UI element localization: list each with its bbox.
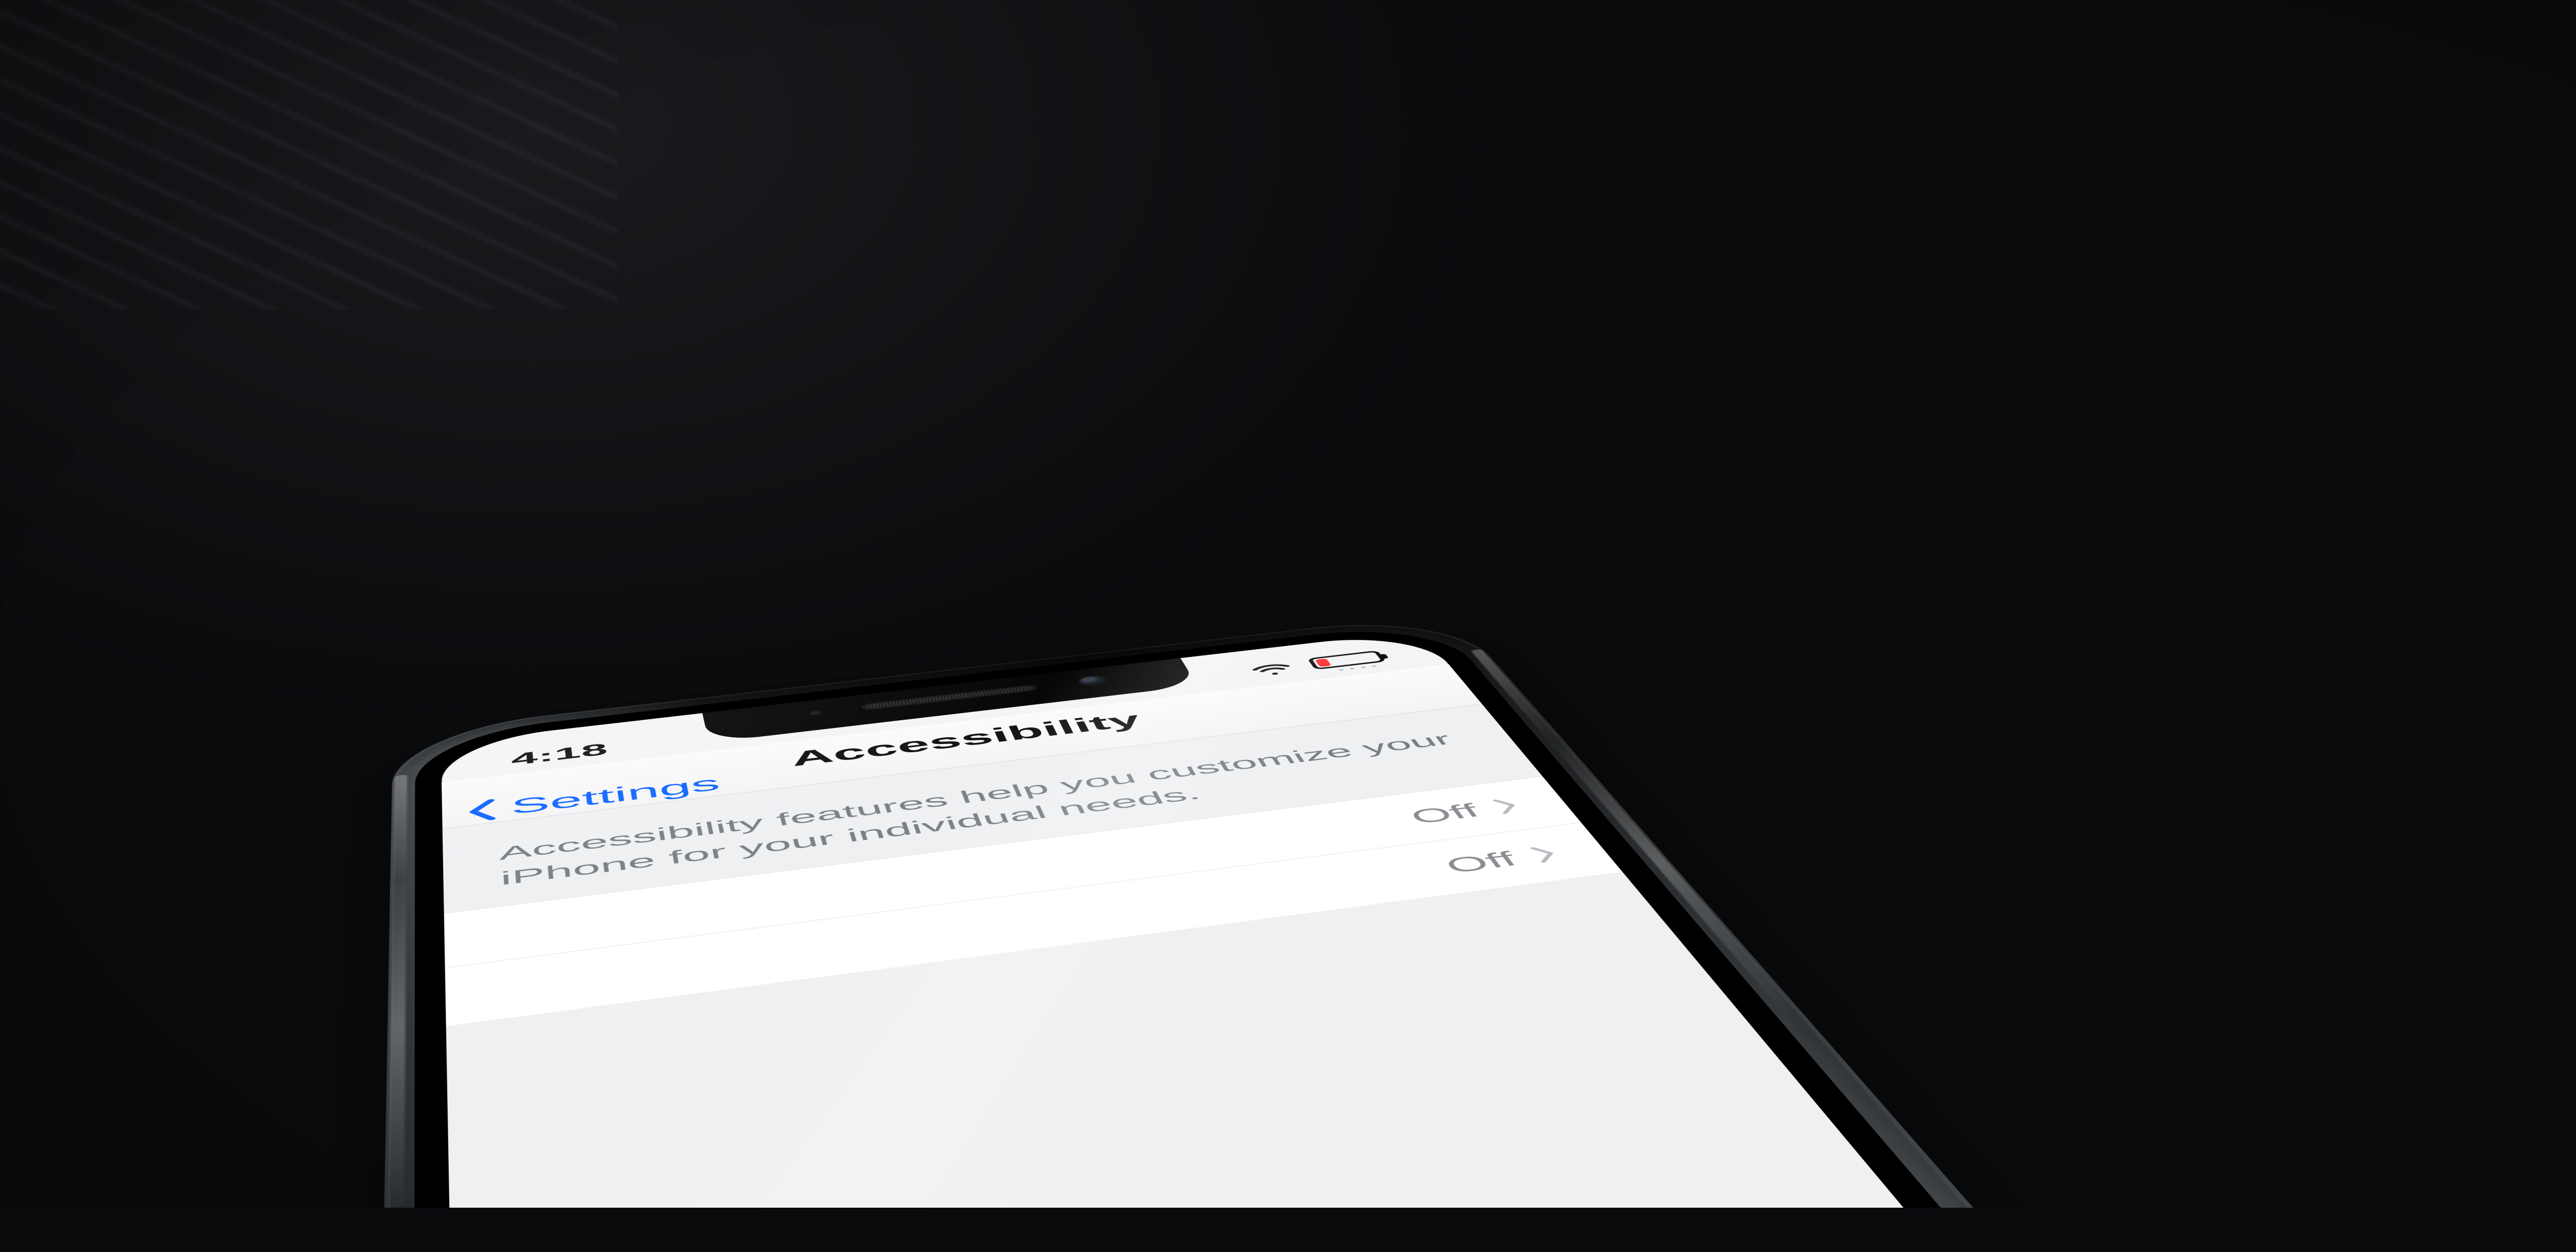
battery-low-icon [1307, 650, 1386, 670]
wifi-icon [1245, 659, 1298, 679]
chevron-left-icon [462, 798, 504, 824]
photo-stage: 4:18 [0, 0, 2576, 1208]
row-value: Off [1439, 847, 1523, 878]
chevron-right-icon [1487, 797, 1524, 815]
iphone-device: 4:18 [374, 612, 2209, 1208]
chevron-right-icon [1525, 844, 1563, 864]
front-camera [1078, 675, 1106, 686]
proximity-sensor [809, 710, 822, 716]
row-value: Off [1405, 799, 1485, 828]
